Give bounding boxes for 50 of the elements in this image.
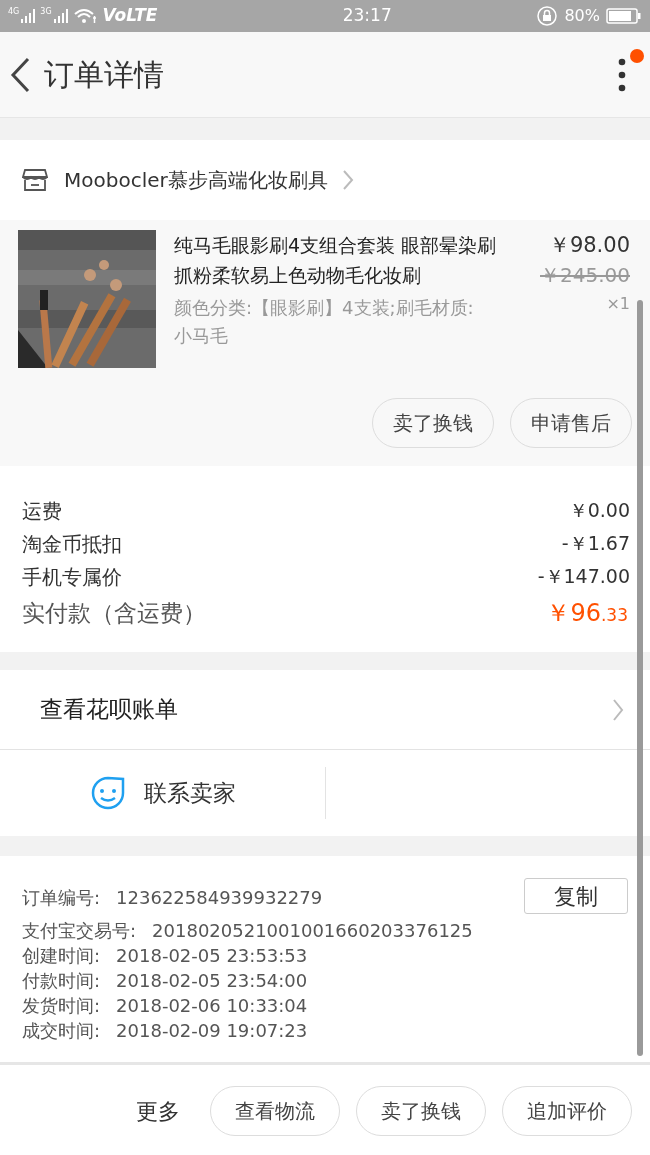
network-label: 4G (8, 8, 20, 16)
network-label: 3G (40, 8, 52, 16)
total-amount: ￥96.33 (546, 598, 628, 629)
page-title: 订单详情 (44, 56, 165, 94)
signal-icon (20, 8, 37, 24)
fee-value: ￥0.00 (568, 498, 630, 524)
store-icon (22, 168, 48, 192)
info-value: 2018-02-06 10:33:04 (116, 994, 308, 1018)
quantity-label: ×1 (606, 293, 630, 315)
fee-label: 淘金币抵扣 (22, 530, 122, 558)
fee-value: -￥1.67 (561, 531, 630, 557)
info-value: 123622584939932279 (116, 885, 323, 910)
total-label: 实付款（含运费） (22, 598, 206, 628)
product-price: ￥98.00 (548, 232, 630, 259)
fee-value: -￥147.00 (537, 564, 630, 590)
signal-icon (52, 8, 69, 24)
product-title: 纯马毛眼影刷4支组合套装 眼部晕染刷抓粉柔软易上色动物毛化妆刷 (174, 233, 498, 288)
info-label: 订单编号: (22, 885, 101, 910)
chat-face-icon (89, 775, 126, 811)
info-label: 创建时间: (22, 944, 101, 968)
action-button[interactable]: 查看物流 (210, 1086, 340, 1136)
more-menu-icon[interactable] (618, 56, 626, 93)
info-label: 付款时间: (22, 969, 101, 993)
action-button[interactable]: 追加评价 (502, 1086, 632, 1136)
chevron-right-icon (612, 697, 624, 722)
action-button[interactable]: 卖了换钱 (372, 398, 494, 448)
chevron-right-icon (341, 169, 354, 191)
original-price: ￥245.00 (540, 262, 630, 289)
info-label: 成交时间: (22, 1019, 101, 1043)
fee-label: 手机专属价 (22, 563, 122, 591)
volte-label: VoLTE (102, 4, 158, 28)
action-button[interactable]: 申请售后 (510, 398, 632, 448)
info-value: 2018-02-05 23:54:00 (116, 969, 308, 993)
info-label: 支付宝交易号: (22, 919, 137, 943)
info-label: 发货时间: (22, 994, 101, 1018)
store-name-link[interactable]: Moobocler慕步高端化妆刷具 (64, 165, 354, 195)
info-value: 2018-02-09 19:07:23 (116, 1019, 308, 1043)
status-time: 23:17 (341, 4, 393, 28)
copy-button[interactable]: 复制 (524, 878, 628, 914)
product-variant: 颜色分类:【眼影刷】4支装;刷毛材质:小马毛 (174, 296, 475, 348)
fee-label: 运费 (22, 497, 62, 525)
battery-percent: 80% (564, 5, 600, 27)
battery-icon (606, 7, 642, 25)
info-value: 2018020521001001660203376125 (152, 919, 473, 943)
huabei-row[interactable]: 查看花呗账单 (0, 670, 650, 750)
rotation-lock-icon (536, 5, 559, 27)
wifi-icon (72, 7, 99, 25)
info-value: 2018-02-05 23:53:53 (116, 944, 308, 968)
more-button[interactable]: 更多 (136, 1094, 180, 1128)
action-button[interactable]: 卖了换钱 (356, 1086, 486, 1136)
